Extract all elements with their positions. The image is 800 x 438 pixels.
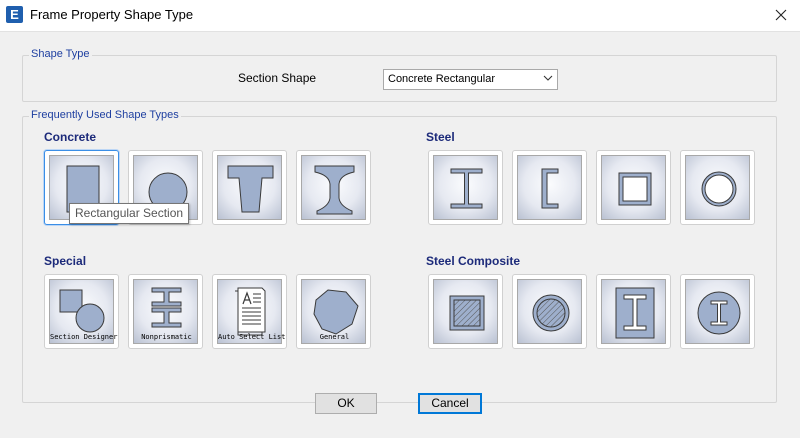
encased-circle-section-icon (697, 291, 741, 335)
encased-rectangle-section-icon (615, 287, 655, 339)
section-designer-button[interactable]: Section Designer (44, 274, 119, 349)
category-special: Special (44, 254, 87, 268)
steel-box-button[interactable] (596, 150, 671, 225)
concrete-i-beam-button[interactable] (296, 150, 371, 225)
dialog-body: Shape Type Section Shape Concrete Rectan… (0, 31, 800, 438)
close-icon (775, 9, 787, 21)
concrete-tee-button[interactable] (212, 150, 287, 225)
general-caption: General (319, 333, 350, 341)
section-shape-dropdown[interactable]: Concrete Rectangular (383, 69, 558, 90)
auto-select-list-caption: Auto Select List (218, 333, 286, 341)
shape-type-group: Shape Type Section Shape Concrete Rectan… (22, 48, 777, 102)
ok-button[interactable]: OK (315, 393, 377, 414)
etabs-app-icon: E (6, 6, 23, 23)
composite-filled-box-button[interactable] (428, 274, 503, 349)
close-button[interactable] (764, 2, 798, 28)
section-shape-label: Section Shape (238, 71, 317, 85)
pipe-section-icon (701, 171, 737, 207)
window-title: Frame Property Shape Type (30, 7, 194, 22)
steel-wide-flange-button[interactable] (428, 150, 503, 225)
tee-section-icon (227, 165, 274, 213)
wide-flange-icon (450, 168, 483, 209)
composite-encased-rect-button[interactable] (596, 274, 671, 349)
app-icon-letter: E (10, 7, 19, 22)
shape-type-legend: Shape Type (29, 48, 92, 60)
category-steel: Steel (426, 130, 455, 144)
section-shape-value: Concrete Rectangular (388, 73, 496, 85)
title-bar: E Frame Property Shape Type (0, 0, 800, 31)
precast-i-section-icon (314, 165, 355, 215)
frequent-shapes-legend: Frequently Used Shape Types (29, 109, 181, 121)
cancel-button[interactable]: Cancel (418, 393, 482, 414)
nonprismatic-button[interactable]: Nonprismatic (128, 274, 203, 349)
category-concrete: Concrete (44, 130, 97, 144)
composite-encased-circle-button[interactable] (680, 274, 755, 349)
category-steel-composite: Steel Composite (426, 254, 521, 268)
filled-box-section-icon (449, 295, 485, 331)
steel-channel-button[interactable] (512, 150, 587, 225)
channel-section-icon (541, 168, 559, 209)
steel-pipe-button[interactable] (680, 150, 755, 225)
chevron-down-icon (543, 75, 553, 81)
auto-select-list-button[interactable]: Auto Select List (212, 274, 287, 349)
filled-pipe-section-icon (532, 294, 570, 332)
composite-filled-pipe-button[interactable] (512, 274, 587, 349)
section-designer-caption: Section Designer (50, 333, 118, 341)
box-section-icon (618, 172, 652, 206)
nonprismatic-caption: Nonprismatic (141, 333, 192, 341)
rectangular-section-tooltip: Rectangular Section (69, 203, 190, 224)
general-section-button[interactable]: General (296, 274, 371, 349)
